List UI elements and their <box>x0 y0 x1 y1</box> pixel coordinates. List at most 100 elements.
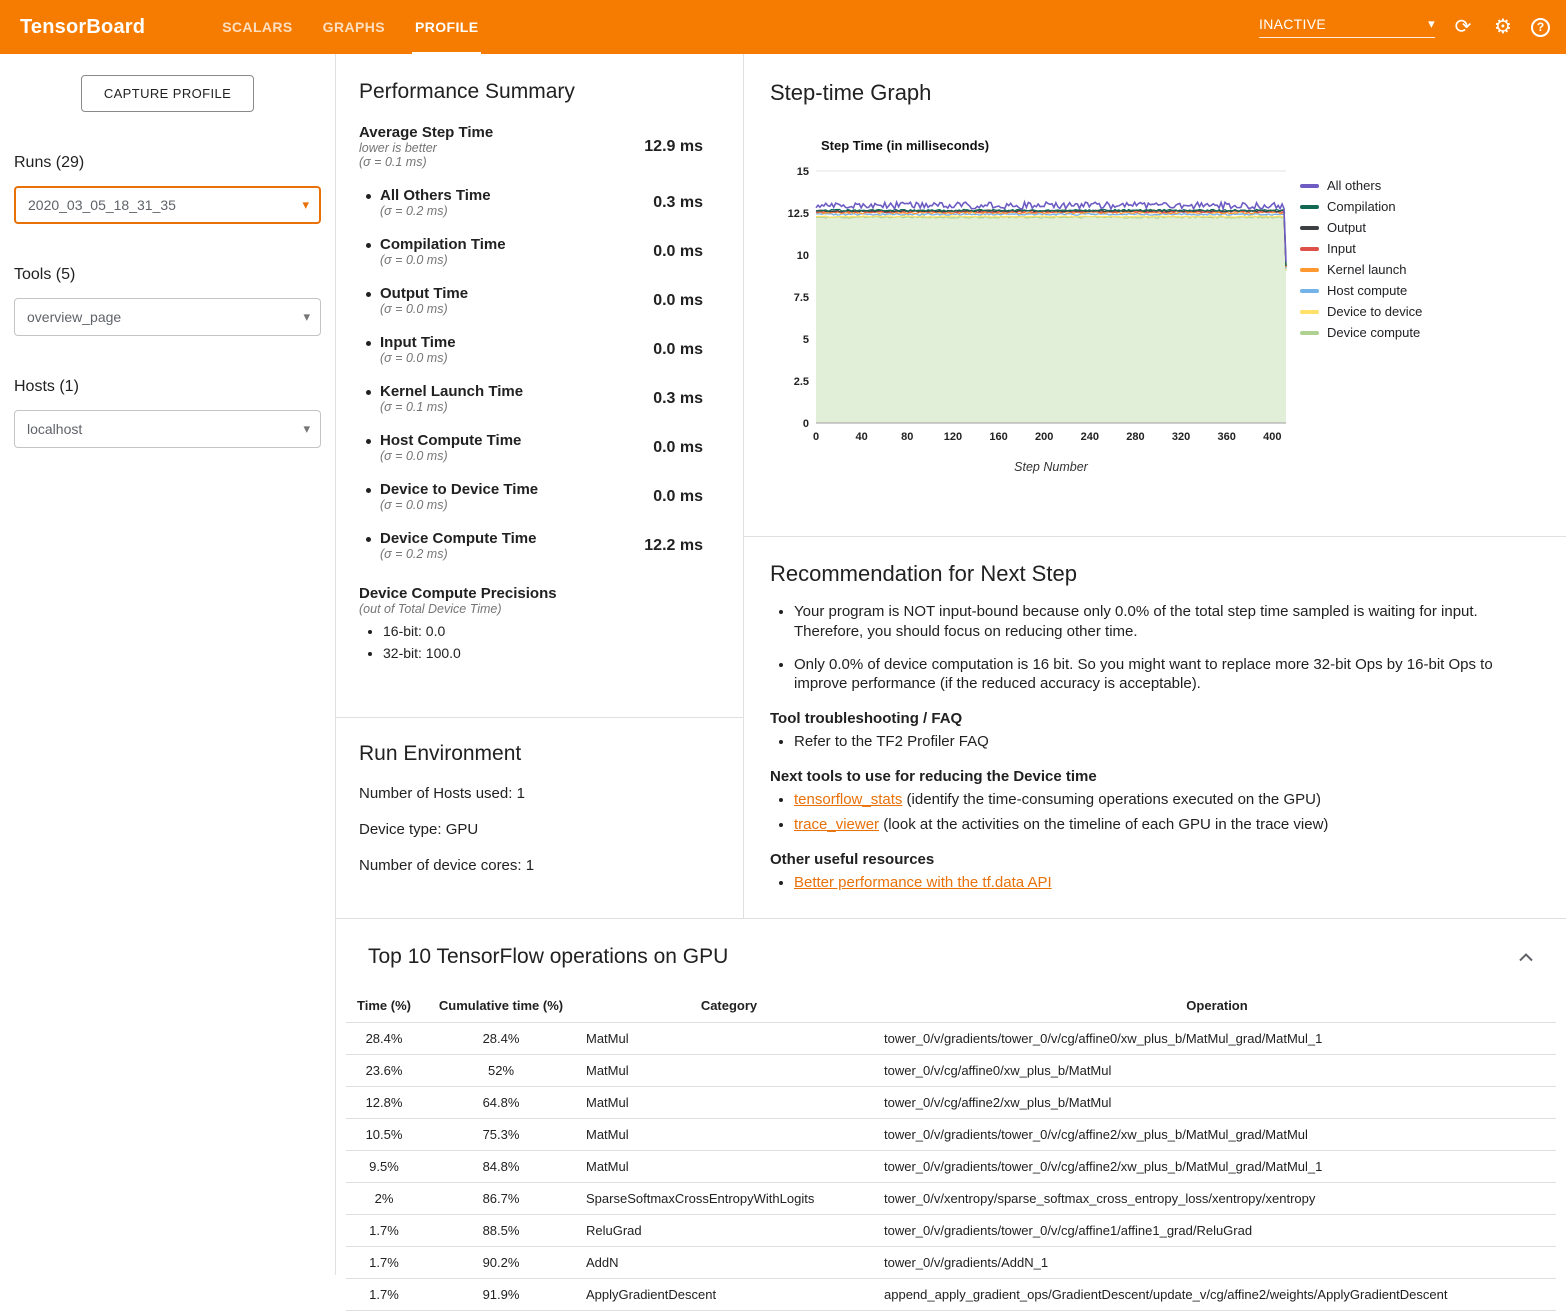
time-cell: 1.7% <box>346 1279 422 1311</box>
app-header: TensorBoard SCALARSGRAPHSPROFILE INACTIV… <box>0 0 1566 54</box>
operation-cell: append_apply_gradient_ops/GradientDescen… <box>878 1279 1556 1311</box>
tab-graphs[interactable]: GRAPHS <box>308 0 400 54</box>
tensorboard-logo: TensorBoard <box>20 16 145 39</box>
runs-select[interactable]: 2020_03_05_18_31_35 ▾ <box>14 186 321 224</box>
bullet-icon <box>366 390 371 395</box>
svg-text:7.5: 7.5 <box>794 292 809 304</box>
nav-tabs: SCALARSGRAPHSPROFILE <box>207 0 493 54</box>
legend-item: Device to device <box>1300 301 1422 322</box>
bullet-icon <box>366 341 371 346</box>
tab-profile[interactable]: PROFILE <box>400 0 493 54</box>
top-ops-section: Top 10 TensorFlow operations on GPU Time… <box>336 918 1566 1311</box>
reco-bullet: Only 0.0% of device computation is 16 bi… <box>794 655 1520 695</box>
top-ops-title: Top 10 TensorFlow operations on GPU <box>368 945 728 969</box>
svg-text:5: 5 <box>803 334 809 346</box>
category-cell: AddN <box>580 1247 878 1279</box>
reco-section-list: tensorflow_stats (identify the time-cons… <box>794 790 1520 835</box>
table-row: 1.7%91.9%ApplyGradientDescentappend_appl… <box>346 1279 1556 1311</box>
bullet-icon <box>366 292 371 297</box>
tab-scalars[interactable]: SCALARS <box>207 0 307 54</box>
column-header: Category <box>580 989 878 1023</box>
precision-16bit: 16-bit: 0.0 <box>383 621 703 643</box>
legend-swatch-icon <box>1300 247 1319 251</box>
operation-cell: tower_0/v/xentropy/sparse_softmax_cross_… <box>878 1183 1556 1215</box>
perf-summary-item: Host Compute Time(σ = 0.0 ms)0.0 ms <box>359 432 703 463</box>
perf-item-value: 0.3 ms <box>653 390 703 408</box>
perf-item-value: 0.0 ms <box>653 488 703 506</box>
legend-label: Host compute <box>1327 283 1407 298</box>
precision-32bit: 32-bit: 100.0 <box>383 643 703 665</box>
cumulative-cell: 84.8% <box>422 1151 580 1183</box>
perf-item-value: 0.0 ms <box>653 243 703 261</box>
reco-section-heading: Next tools to use for reducing the Devic… <box>770 768 1520 785</box>
svg-text:0: 0 <box>813 431 819 443</box>
perf-summary-item: Output Time(σ = 0.0 ms)0.0 ms <box>359 285 703 316</box>
perf-item-value: 0.0 ms <box>653 341 703 359</box>
perf-item-label: Host Compute Time <box>380 432 521 449</box>
category-cell: MatMul <box>580 1087 878 1119</box>
operation-cell: tower_0/v/cg/affine0/xw_plus_b/MatMul <box>878 1055 1556 1087</box>
perf-item-label: Output Time <box>380 285 468 302</box>
perf-item-label: Device Compute Time <box>380 530 536 547</box>
table-row: 1.7%90.2%AddNtower_0/v/gradients/AddN_1 <box>346 1247 1556 1279</box>
device-cores-line: Number of device cores: 1 <box>359 857 720 874</box>
precisions-note: (out of Total Device Time) <box>359 602 703 616</box>
perf-item-label: All Others Time <box>380 187 491 204</box>
help-icon[interactable]: ? <box>1531 18 1550 37</box>
reco-item: Refer to the TF2 Profiler FAQ <box>794 732 1520 752</box>
perf-item-label: Input Time <box>380 334 456 351</box>
refresh-icon[interactable]: ⟳ <box>1451 17 1475 37</box>
bullet-icon <box>366 243 371 248</box>
svg-text:2.5: 2.5 <box>794 376 809 388</box>
legend-item: Kernel launch <box>1300 259 1422 280</box>
top-ops-table: Time (%)Cumulative time (%)CategoryOpera… <box>346 989 1556 1311</box>
column-header: Cumulative time (%) <box>422 989 580 1023</box>
category-cell: MatMul <box>580 1023 878 1055</box>
cumulative-cell: 90.2% <box>422 1247 580 1279</box>
perf-summary-item: Kernel Launch Time(σ = 0.1 ms) 0.3 ms <box>359 383 703 414</box>
reco-link[interactable]: trace_viewer <box>794 816 879 833</box>
chart-legend: All othersCompilationOutputInputKernel l… <box>1300 175 1422 343</box>
reco-item: tensorflow_stats (identify the time-cons… <box>794 790 1520 810</box>
svg-text:12.5: 12.5 <box>788 208 809 220</box>
tools-select[interactable]: overview_page ▾ <box>14 298 321 336</box>
reco-section-list: Refer to the TF2 Profiler FAQ <box>794 732 1520 752</box>
status-dropdown[interactable]: INACTIVE ▾ <box>1259 16 1435 38</box>
chevron-down-icon: ▾ <box>303 421 310 437</box>
perf-item-label: Device to Device Time <box>380 481 538 498</box>
category-cell: ReluGrad <box>580 1215 878 1247</box>
svg-text:240: 240 <box>1081 431 1099 443</box>
legend-item: Input <box>1300 238 1422 259</box>
svg-text:Step Number: Step Number <box>1014 460 1088 474</box>
time-cell: 28.4% <box>346 1023 422 1055</box>
table-row: 2%86.7%SparseSoftmaxCrossEntropyWithLogi… <box>346 1183 1556 1215</box>
time-cell: 10.5% <box>346 1119 422 1151</box>
perf-item-sigma: (σ = 0.1 ms) <box>380 400 523 414</box>
capture-profile-button[interactable]: CAPTURE PROFILE <box>81 75 254 112</box>
perf-item-sigma: (σ = 0.0 ms) <box>380 302 468 316</box>
reco-link[interactable]: Better performance with the tf.data API <box>794 874 1052 891</box>
gear-icon[interactable]: ⚙ <box>1491 17 1515 37</box>
collapse-icon[interactable] <box>1518 953 1534 962</box>
chart-area: 02.557.51012.515040801201602002402803203… <box>770 161 1566 477</box>
legend-swatch-icon <box>1300 289 1319 293</box>
chevron-down-icon: ▾ <box>1428 16 1435 32</box>
perf-item-note: lower is better <box>359 141 493 155</box>
cumulative-cell: 91.9% <box>422 1279 580 1311</box>
table-row: 28.4%28.4%MatMultower_0/v/gradients/towe… <box>346 1023 1556 1055</box>
operation-cell: tower_0/v/gradients/tower_0/v/cg/affine2… <box>878 1151 1556 1183</box>
precisions-list: 16-bit: 0.0 32-bit: 100.0 <box>383 621 703 664</box>
perf-item-value: 0.0 ms <box>653 439 703 457</box>
reco-link[interactable]: tensorflow_stats <box>794 791 902 808</box>
cumulative-cell: 52% <box>422 1055 580 1087</box>
runs-label: Runs (29) <box>14 154 321 172</box>
legend-label: Input <box>1327 241 1356 256</box>
operation-cell: tower_0/v/gradients/AddN_1 <box>878 1247 1556 1279</box>
hosts-select[interactable]: localhost ▾ <box>14 410 321 448</box>
run-environment-card: Run Environment Number of Hosts used: 1 … <box>336 718 743 918</box>
legend-item: Device compute <box>1300 322 1422 343</box>
bullet-icon <box>366 439 371 444</box>
perf-item-label: Kernel Launch Time <box>380 383 523 400</box>
perf-item-sigma: (σ = 0.2 ms) <box>380 204 491 218</box>
perf-item-label: Compilation Time <box>380 236 506 253</box>
